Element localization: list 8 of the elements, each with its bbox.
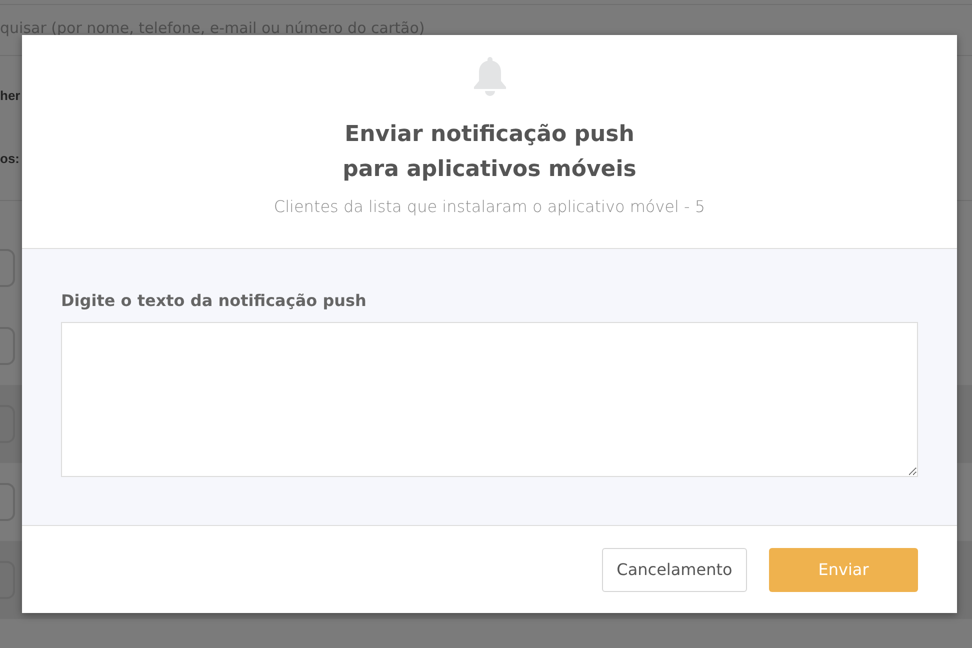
field-label: os: bbox=[0, 151, 20, 166]
dialog-title: Enviar notificação push bbox=[344, 121, 634, 149]
notification-text-field[interactable] bbox=[61, 322, 918, 477]
dialog-subtitle: Clientes da lista que instalaram o aplicativo móvel - 5 bbox=[274, 197, 706, 216]
field-label: Digite o texto da notificação push bbox=[61, 291, 368, 310]
field-label: her bbox=[0, 88, 22, 103]
cancel-button[interactable]: Cancelamento bbox=[602, 548, 747, 592]
dialog-title: para aplicativos móveis bbox=[342, 156, 636, 184]
